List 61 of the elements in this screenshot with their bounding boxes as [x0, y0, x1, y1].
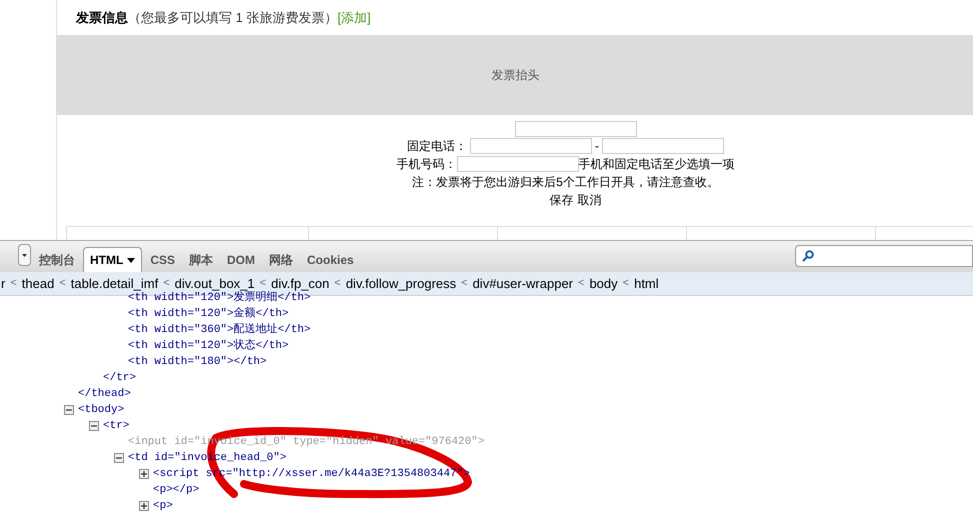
tag-line[interactable]: <tr>: [103, 418, 130, 434]
search-icon: [802, 250, 814, 262]
collapse-toggle[interactable]: [89, 421, 99, 431]
breadcrumb-item[interactable]: r: [1, 274, 6, 294]
devtools-tab[interactable]: 网络: [263, 247, 300, 272]
breadcrumb-item[interactable]: html: [634, 274, 659, 294]
devtools-tab[interactable]: Cookies: [301, 247, 360, 272]
closing-tag-line[interactable]: </thead>: [78, 386, 131, 402]
tag-line[interactable]: <th width="120">状态</th>: [128, 338, 289, 354]
breadcrumb-item[interactable]: thead: [22, 274, 54, 294]
caret-icon: [127, 258, 136, 262]
phone-field[interactable]: [602, 138, 724, 154]
form-link-button[interactable]: 取消: [578, 191, 602, 209]
devtools-tab[interactable]: HTML: [83, 247, 142, 272]
breadcrumb-item[interactable]: div#user-wrapper: [472, 274, 574, 294]
invoice-head-band: 发票抬头: [57, 35, 973, 115]
plus-icon: [141, 503, 147, 509]
breadcrumb-separator: <: [622, 276, 630, 292]
closing-tag-line[interactable]: </tr>: [103, 370, 136, 386]
collapse-toggle[interactable]: [64, 405, 74, 415]
breadcrumb-separator: <: [59, 276, 66, 292]
add-link[interactable]: [添加]: [337, 8, 371, 28]
collapse-toggle[interactable]: [114, 453, 124, 463]
tag-line[interactable]: <th width="180"></th>: [128, 354, 267, 370]
breadcrumb-separator: <: [461, 276, 468, 292]
minus-icon: [116, 455, 122, 461]
devtools-tab[interactable]: CSS: [144, 247, 182, 272]
breadcrumb-separator: <: [260, 276, 266, 291]
breadcrumb-separator: <: [10, 276, 17, 292]
phone-separator: -: [595, 138, 599, 155]
minus-icon: [66, 407, 72, 413]
mobile-label: 手机号码：: [396, 156, 456, 173]
phone-label: 固定电话：: [407, 138, 467, 155]
tag-line[interactable]: <th width="360">配送地址</th>: [128, 322, 311, 338]
breadcrumb-item[interactable]: body: [589, 274, 618, 294]
search-field[interactable]: [795, 245, 973, 267]
caret-icon: [22, 254, 27, 256]
tag-line[interactable]: <p></p>: [153, 482, 200, 498]
plus-icon: [141, 471, 147, 477]
tag-line[interactable]: <th width="120">金额</th>: [128, 306, 289, 322]
devtools-tab[interactable]: 控制台: [33, 247, 81, 272]
breadcrumb-separator: <: [163, 276, 170, 292]
expand-toggle[interactable]: [139, 469, 149, 479]
mobile-field[interactable]: [456, 156, 578, 172]
invoice-head-field[interactable]: [514, 121, 636, 137]
breadcrumb-separator: <: [334, 276, 341, 292]
form-link-button[interactable]: 保存: [550, 191, 574, 209]
invoice-notice: 注：发票将于您出游归来后5个工作日开具，请注意查收。: [412, 174, 719, 191]
tag-line[interactable]: <tbody>: [78, 402, 124, 418]
tag-line[interactable]: <p>: [153, 498, 173, 514]
breadcrumb-separator: <: [578, 276, 584, 292]
breadcrumb-item[interactable]: div.follow_progress: [346, 274, 456, 294]
minus-icon: [91, 423, 97, 429]
devtools-tab[interactable]: DOM: [221, 247, 262, 272]
mobile-note: 手机和固定电话至少选填一项: [578, 156, 734, 173]
area-code-field[interactable]: [470, 138, 592, 154]
devtools-tab[interactable]: 脚本: [183, 247, 220, 272]
panel-menu-button[interactable]: [18, 244, 31, 266]
section-hint: （您最多可以填写 1 张旅游费发票）: [128, 8, 338, 27]
expand-toggle[interactable]: [139, 501, 149, 511]
section-title: 发票信息: [76, 8, 128, 27]
